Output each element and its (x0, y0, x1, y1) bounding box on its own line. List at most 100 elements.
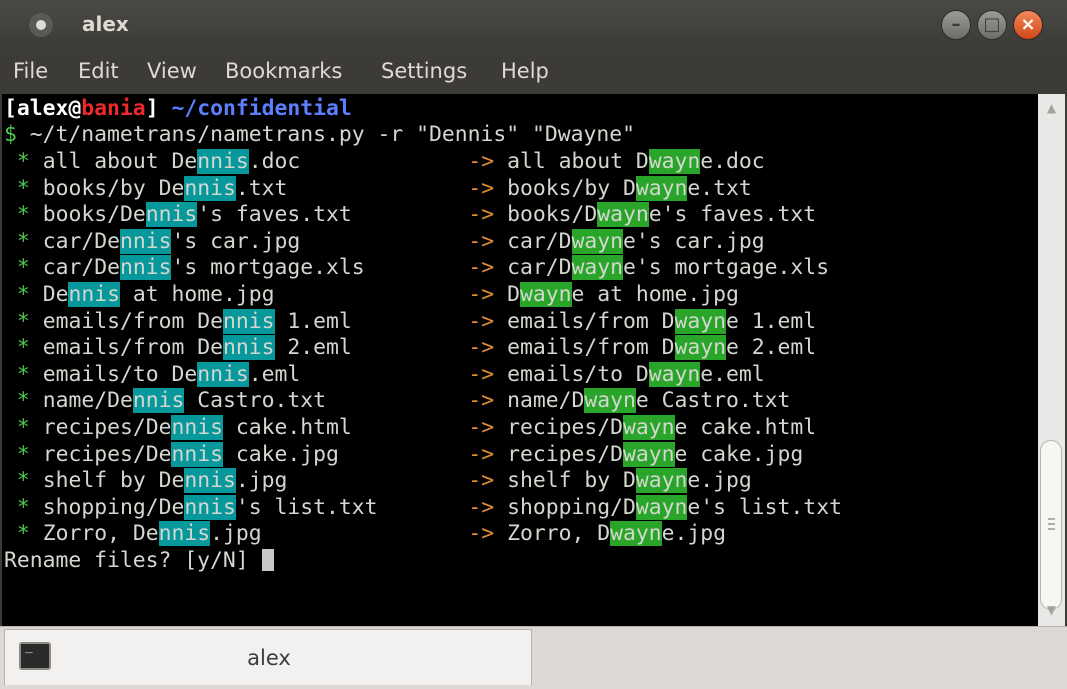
arrow-icon: -> (468, 388, 495, 414)
target-filename: car/Dwayne's car.jpg (507, 228, 765, 255)
target-text: all about D (507, 149, 649, 174)
grip-line (1048, 518, 1055, 520)
source-text: cake.jpg (223, 441, 339, 467)
target-text: name/D (507, 388, 585, 414)
target-filename: books/Dwayne's faves.txt (507, 202, 816, 228)
target-match: wayn (674, 335, 727, 361)
source-text: 2.eml (274, 335, 352, 361)
menu-view[interactable]: View (147, 59, 197, 83)
source-match: nnis (197, 149, 249, 174)
bullet-icon: * (16, 175, 30, 201)
target-filename: shelf by Dwayne.jpg (507, 468, 752, 494)
source-match: nnis (145, 202, 198, 228)
target-filename: name/Dwayne Castro.txt (507, 388, 790, 414)
target-match: wayn (635, 494, 688, 520)
menu-settings[interactable]: Settings (381, 59, 467, 83)
target-filename: books/by Dwayne.txt (507, 175, 752, 202)
source-text: .jpg (235, 468, 288, 494)
target-text: shopping/D (507, 494, 636, 520)
menu-help[interactable]: Help (501, 59, 549, 83)
minimize-icon[interactable]: – (941, 10, 971, 40)
bullet-icon: * (16, 468, 30, 494)
title-bar[interactable]: alex – □ × (0, 0, 1067, 50)
source-text: .txt (235, 175, 288, 201)
target-filename: emails/from Dwayne 1.eml (507, 308, 817, 335)
confirm-line: Rename files? [y/N] (4, 548, 274, 574)
scrollbar-thumb[interactable] (1040, 440, 1062, 610)
target-text: e cake.html (674, 415, 817, 440)
target-text: recipes/D (507, 441, 623, 467)
target-match: wayn (635, 468, 688, 494)
target-text: car/D (507, 228, 572, 254)
menu-file[interactable]: File (13, 59, 48, 83)
target-match: wayn (610, 521, 662, 547)
command-line: $ ~/t/nametrans/nametrans.py -r "Dennis"… (4, 122, 635, 148)
source-text: 1.eml (274, 308, 352, 334)
target-text: shelf by D (507, 468, 636, 494)
target-text: e 1.eml (726, 308, 817, 334)
arrow-icon: -> (468, 255, 495, 281)
target-filename: emails/from Dwayne 2.eml (507, 335, 816, 361)
source-text: 's faves.txt (197, 202, 352, 228)
source-filename: Dennis at home.jpg (43, 282, 275, 308)
source-text: .doc (248, 149, 301, 174)
menu-bookmarks[interactable]: Bookmarks (225, 59, 342, 83)
prompt-path: ~/confidential (171, 96, 352, 121)
target-match: wayn (648, 361, 701, 387)
target-text: books/D (507, 202, 598, 228)
source-filename: recipes/Dennis cake.html (43, 415, 352, 441)
source-text: De (42, 282, 69, 307)
target-text: e's car.jpg (623, 228, 765, 254)
target-text: emails/from D (507, 308, 675, 334)
source-text: .eml (248, 361, 301, 387)
prompt-dollar: $ (4, 122, 17, 147)
source-match: nnis (158, 521, 211, 547)
arrow-icon: -> (468, 521, 495, 547)
source-match: nnis (171, 441, 223, 467)
source-text: shopping/De (42, 494, 185, 520)
target-filename: all about Dwayne.doc (507, 149, 765, 175)
source-match: nnis (184, 175, 236, 201)
target-filename: Dwayne at home.jpg (507, 282, 739, 308)
source-text: emails/to De (42, 361, 198, 387)
source-text: .jpg (210, 521, 262, 547)
arrow-icon: -> (468, 335, 495, 361)
source-text: all about De (42, 149, 198, 174)
bullet-icon: * (16, 361, 30, 387)
target-filename: recipes/Dwayne cake.jpg (507, 441, 804, 468)
source-text: cake.html (223, 415, 352, 440)
source-filename: emails/to Dennis.eml (42, 361, 301, 388)
bullet-icon: * (16, 521, 30, 547)
target-filename: Zorro, Dwayne.jpg (507, 521, 726, 547)
target-text: car/D (507, 255, 572, 281)
text-cursor (261, 549, 274, 571)
target-match: wayn (571, 228, 624, 254)
scroll-down-icon[interactable]: ▼ (1038, 600, 1065, 620)
target-text: e cake.jpg (674, 441, 804, 467)
source-filename: Zorro, Dennis.jpg (43, 521, 262, 547)
scroll-up-icon[interactable]: ▲ (1038, 98, 1065, 118)
terminal-output[interactable]: [alex@bania] ~/confidential $ ~/t/nametr… (2, 94, 1038, 626)
bullet-icon: * (16, 202, 30, 228)
target-text: e's list.txt (687, 494, 842, 520)
target-match: wayn (519, 282, 572, 307)
arrow-icon: -> (468, 468, 495, 494)
source-filename: name/Dennis Castro.txt (43, 388, 326, 414)
arrow-icon: -> (468, 228, 495, 254)
close-icon[interactable]: × (1013, 10, 1043, 40)
arrow-icon: -> (468, 494, 495, 520)
source-text: 's list.txt (235, 494, 378, 520)
target-text: emails/to D (507, 361, 649, 387)
maximize-icon[interactable]: □ (977, 10, 1007, 40)
source-text: Castro.txt (184, 388, 327, 414)
vertical-scrollbar[interactable]: ▲ ▼ (1038, 94, 1065, 626)
arrow-icon: -> (468, 282, 495, 307)
target-text: books/by D (507, 175, 636, 201)
menu-edit[interactable]: Edit (78, 59, 119, 83)
target-match: wayn (571, 255, 624, 281)
bullet-icon: * (16, 149, 30, 174)
source-match: nnis (119, 255, 172, 281)
source-match: nnis (119, 228, 172, 254)
source-text: Zorro, De (42, 521, 159, 547)
tab-alex[interactable]: alex (4, 629, 532, 685)
